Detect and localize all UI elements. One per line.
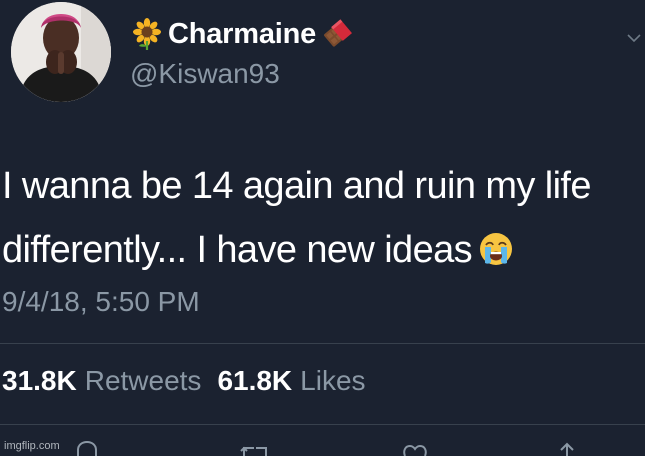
avatar[interactable] xyxy=(11,2,111,102)
tweet-stats: 31.8K Retweets 61.8K Likes xyxy=(2,365,366,397)
retweet-icon[interactable] xyxy=(240,438,270,456)
likes-label[interactable]: Likes xyxy=(300,365,365,397)
reply-icon[interactable] xyxy=(72,438,102,456)
tweet-text: I wanna be 14 again and ruin my life dif… xyxy=(2,154,642,282)
chevron-down-icon[interactable] xyxy=(626,32,642,44)
divider xyxy=(0,343,645,344)
loudly-crying-face-icon xyxy=(480,233,513,265)
tweet-timestamp[interactable]: 9/4/18, 5:50 PM xyxy=(2,286,200,318)
sunflower-icon xyxy=(133,18,161,50)
tweet-text-line-2: differently... I have new ideas xyxy=(2,229,473,271)
author-name-row[interactable]: Charmaine xyxy=(130,14,354,54)
likes-count[interactable]: 61.8K xyxy=(217,365,292,397)
imgflip-watermark: imgflip.com xyxy=(4,440,60,452)
tweet-text-line-1: I wanna be 14 again and ruin my life xyxy=(2,165,592,207)
avatar-photo xyxy=(11,2,111,102)
tweet-text-line-2-wrapper: differently... I have new ideas xyxy=(2,218,642,282)
divider xyxy=(0,424,645,425)
retweets-count[interactable]: 31.8K xyxy=(2,365,77,397)
display-name: Charmaine xyxy=(168,17,317,50)
author-handle[interactable]: @Kiswan93 xyxy=(130,58,280,90)
like-icon[interactable] xyxy=(400,438,430,456)
action-bar xyxy=(0,438,645,456)
chocolate-bar-icon xyxy=(324,19,353,47)
retweets-label[interactable]: Retweets xyxy=(85,365,202,397)
share-icon[interactable] xyxy=(552,438,582,456)
tweet-card: Charmaine @Kiswan93 I wanna be 14 again … xyxy=(0,0,645,456)
